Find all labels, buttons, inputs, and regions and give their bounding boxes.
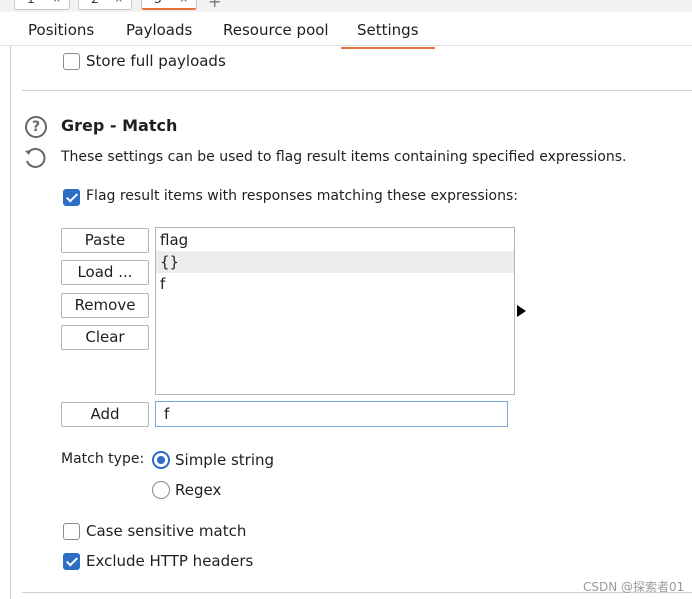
exclude-headers-label: Exclude HTTP headers bbox=[86, 552, 254, 570]
section-title: Grep - Match bbox=[61, 116, 178, 135]
watermark: CSDN @探索者01 bbox=[583, 580, 685, 594]
section-divider bbox=[22, 90, 692, 91]
instance-tab-1[interactable]: 1 × bbox=[14, 0, 70, 10]
expression-list[interactable]: flag {} f bbox=[155, 227, 515, 395]
close-icon[interactable]: × bbox=[53, 0, 61, 5]
instance-tab-label: 2 bbox=[91, 0, 99, 6]
simple-string-radio[interactable] bbox=[152, 451, 170, 469]
list-item[interactable]: f bbox=[156, 273, 514, 295]
tab-resource-pool[interactable]: Resource pool bbox=[223, 21, 329, 39]
tab-settings[interactable]: Settings bbox=[341, 21, 434, 49]
flag-result-items-label: Flag result items with responses matchin… bbox=[86, 188, 519, 204]
section-description: These settings can be used to flag resul… bbox=[61, 149, 627, 165]
list-item[interactable]: {} bbox=[156, 251, 514, 273]
simple-string-label: Simple string bbox=[175, 451, 275, 469]
instance-tab-label: 3 bbox=[154, 0, 162, 6]
close-icon[interactable]: × bbox=[180, 0, 188, 5]
clear-button[interactable]: Clear bbox=[61, 325, 149, 350]
match-type-label: Match type: bbox=[61, 451, 145, 467]
regex-radio[interactable] bbox=[152, 481, 170, 499]
flag-result-items-checkbox[interactable] bbox=[63, 189, 80, 206]
regex-label: Regex bbox=[175, 481, 222, 499]
mouse-cursor-icon bbox=[517, 305, 526, 317]
add-tab-icon[interactable]: + bbox=[208, 0, 221, 11]
instance-tab-strip: 1 × 2 × 3 × + bbox=[0, 0, 692, 12]
list-item[interactable]: flag bbox=[156, 229, 514, 251]
store-full-payloads-checkbox[interactable] bbox=[63, 53, 80, 70]
restore-defaults-icon[interactable] bbox=[23, 147, 47, 171]
main-tab-bar: Positions Payloads Resource pool Setting… bbox=[0, 13, 692, 49]
store-full-payloads-label: Store full payloads bbox=[86, 52, 226, 70]
help-icon[interactable]: ? bbox=[25, 116, 47, 138]
load-button[interactable]: Load ... bbox=[61, 260, 149, 285]
instance-tab-3[interactable]: 3 × bbox=[141, 0, 197, 10]
remove-button[interactable]: Remove bbox=[61, 293, 149, 318]
tab-payloads[interactable]: Payloads bbox=[126, 21, 192, 39]
close-icon[interactable]: × bbox=[115, 0, 123, 5]
case-sensitive-label: Case sensitive match bbox=[86, 522, 247, 540]
add-expression-input[interactable] bbox=[155, 401, 508, 427]
instance-tab-2[interactable]: 2 × bbox=[78, 0, 132, 10]
tab-positions[interactable]: Positions bbox=[28, 21, 94, 39]
exclude-headers-checkbox[interactable] bbox=[63, 553, 80, 570]
case-sensitive-checkbox[interactable] bbox=[63, 523, 80, 540]
content-border bbox=[10, 46, 11, 599]
instance-tab-label: 1 bbox=[27, 0, 35, 6]
paste-button[interactable]: Paste bbox=[61, 228, 149, 253]
add-button[interactable]: Add bbox=[61, 402, 149, 427]
